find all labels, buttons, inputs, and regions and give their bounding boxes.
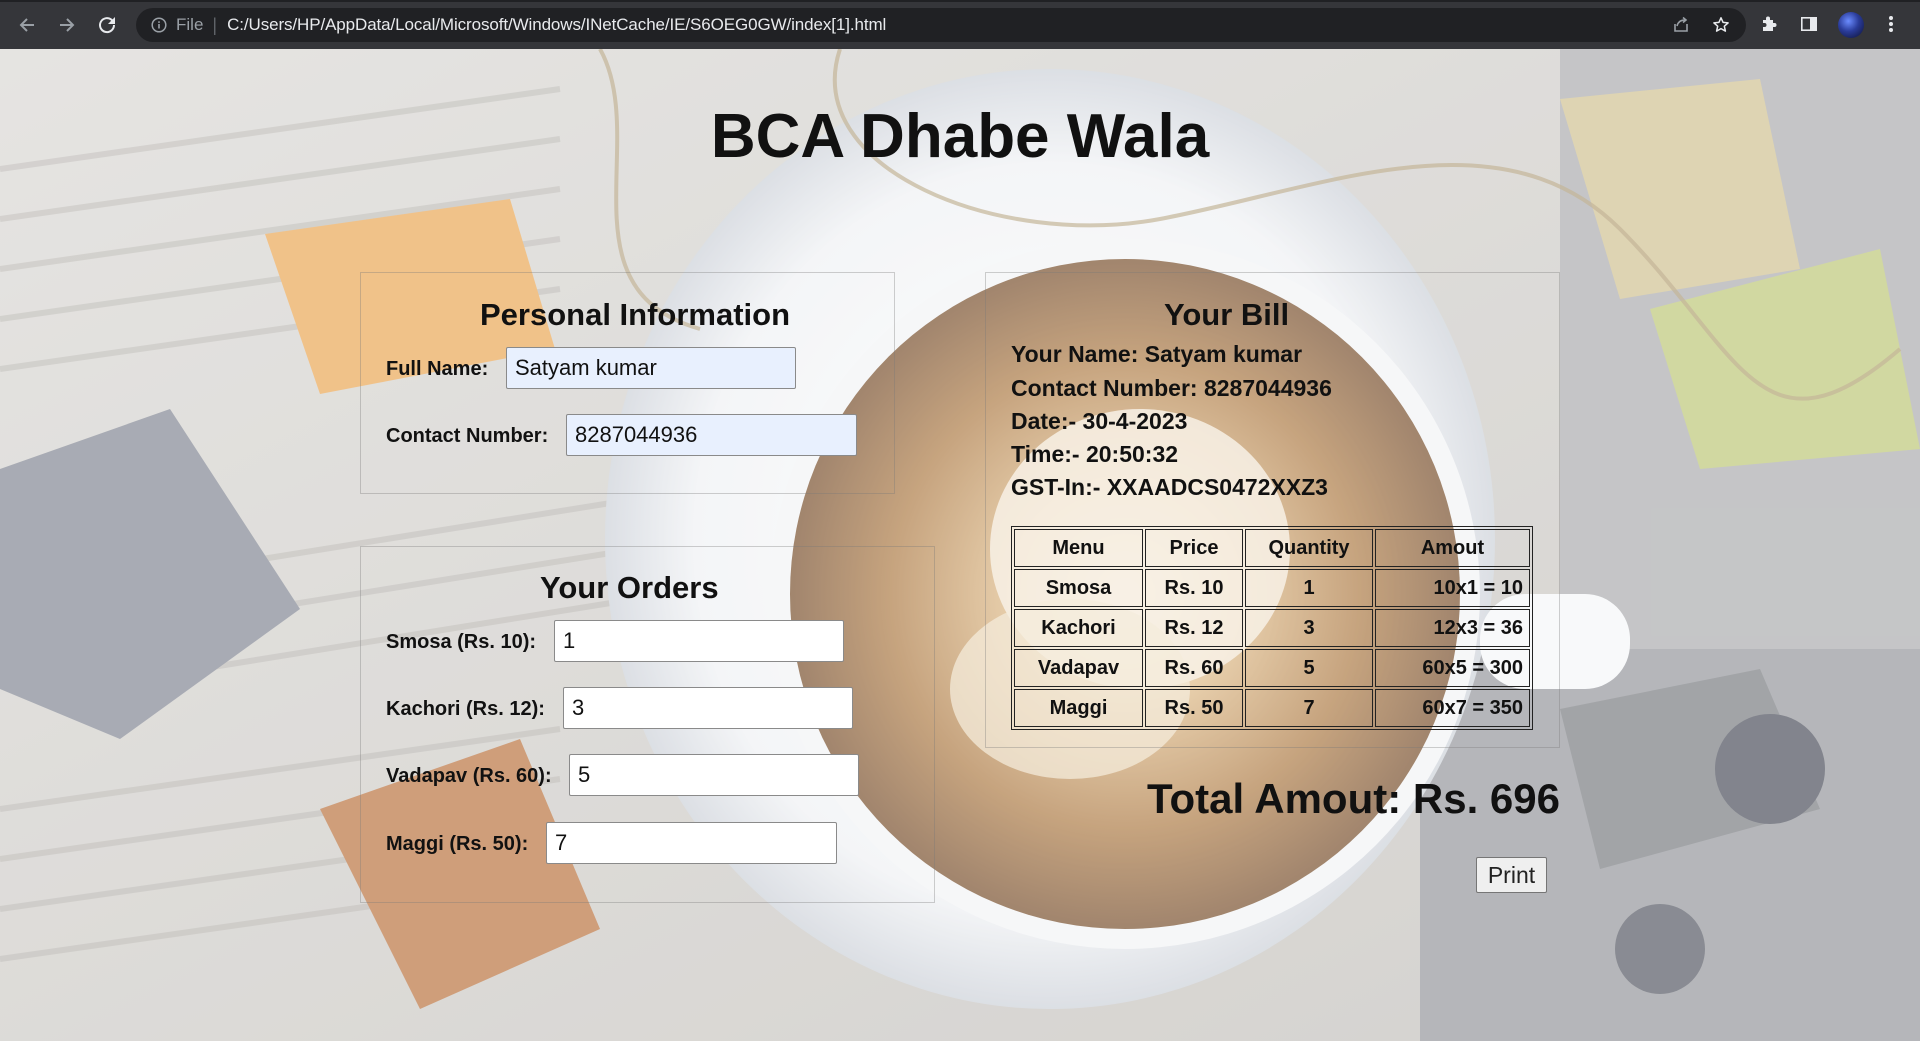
page-viewport: BCA Dhabe Wala Personal Information Full… [0, 49, 1920, 1041]
forward-arrow-icon[interactable] [51, 9, 83, 41]
reload-icon[interactable] [91, 9, 123, 41]
price-cell: Rs. 12 [1145, 609, 1243, 647]
price-cell: Rs. 60 [1145, 649, 1243, 687]
orders-heading: Your Orders [540, 570, 719, 605]
smosa-quantity-label: Smosa (Rs. 10): [386, 631, 537, 653]
maggi-quantity-input[interactable] [546, 822, 837, 864]
side-panel-icon[interactable] [1798, 13, 1820, 35]
print-button[interactable]: Print [1476, 857, 1547, 893]
table-row: Vadapav Rs. 60 5 60x5 = 300 [1014, 649, 1530, 687]
quantity-cell: 1 [1245, 569, 1373, 607]
contact-number-label: Contact Number: [386, 425, 549, 447]
quantity-cell: 7 [1245, 689, 1373, 727]
share-icon[interactable] [1670, 14, 1692, 36]
amount-cell: 10x1 = 10 [1375, 569, 1530, 607]
contact-number-input[interactable] [566, 414, 857, 456]
bookmark-star-icon[interactable] [1710, 14, 1732, 36]
kachori-quantity-input[interactable] [563, 687, 853, 729]
price-cell: Rs. 50 [1145, 689, 1243, 727]
profile-avatar[interactable] [1838, 12, 1864, 38]
quantity-cell: 3 [1245, 609, 1373, 647]
url-scheme-label: File [176, 15, 204, 34]
menu-cell: Kachori [1014, 609, 1143, 647]
column-header-menu: Menu [1014, 529, 1143, 567]
price-cell: Rs. 10 [1145, 569, 1243, 607]
bill-heading: Your Bill [1164, 297, 1290, 332]
page-title: BCA Dhabe Wala [710, 102, 1210, 171]
info-icon[interactable] [150, 16, 168, 34]
kachori-quantity-label: Kachori (Rs. 12): [386, 698, 545, 720]
bill-customer-name: Your Name: Satyam kumar [1011, 341, 1303, 367]
menu-cell: Maggi [1014, 689, 1143, 727]
vadapav-quantity-input[interactable] [569, 754, 859, 796]
bill-gst-number: GST-In:- XXAADCS0472XXZ3 [1011, 474, 1328, 500]
url-text[interactable]: C:/Users/HP/AppData/Local/Microsoft/Wind… [227, 15, 886, 35]
browser-toolbar: File | C:/Users/HP/AppData/Local/Microso… [0, 0, 1920, 49]
total-amount: Total Amout: Rs. 696 [1146, 775, 1560, 822]
url-separator: | [212, 14, 218, 35]
menu-cell: Smosa [1014, 569, 1143, 607]
table-row: Maggi Rs. 50 7 60x7 = 350 [1014, 689, 1530, 727]
vadapav-quantity-label: Vadapav (Rs. 60): [386, 765, 552, 787]
bill-time: Time:- 20:50:32 [1011, 441, 1179, 467]
column-header-quantity: Quantity [1245, 529, 1373, 567]
table-row: Smosa Rs. 10 1 10x1 = 10 [1014, 569, 1530, 607]
maggi-quantity-label: Maggi (Rs. 50): [386, 833, 529, 855]
column-header-price: Price [1145, 529, 1243, 567]
bill-table: Menu Price Quantity Amout Smosa Rs. 10 1… [1011, 526, 1533, 730]
address-bar[interactable]: File | C:/Users/HP/AppData/Local/Microso… [136, 8, 1746, 42]
amount-cell: 60x7 = 350 [1375, 689, 1530, 727]
kebab-menu-icon[interactable] [1880, 13, 1902, 35]
table-row: Kachori Rs. 12 3 12x3 = 36 [1014, 609, 1530, 647]
extensions-puzzle-icon[interactable] [1758, 13, 1780, 35]
bill-contact-number: Contact Number: 8287044936 [1011, 375, 1332, 401]
full-name-input[interactable] [506, 347, 796, 389]
background-overlay [0, 49, 1920, 1041]
amount-cell: 12x3 = 36 [1375, 609, 1530, 647]
amount-cell: 60x5 = 300 [1375, 649, 1530, 687]
menu-cell: Vadapav [1014, 649, 1143, 687]
bill-table-header-row: Menu Price Quantity Amout [1014, 529, 1530, 567]
quantity-cell: 5 [1245, 649, 1373, 687]
personal-info-heading: Personal Information [480, 297, 791, 332]
column-header-amount: Amout [1375, 529, 1530, 567]
full-name-label: Full Name: [386, 358, 489, 380]
bill-date: Date:- 30-4-2023 [1011, 408, 1188, 434]
back-arrow-icon[interactable] [11, 9, 43, 41]
smosa-quantity-input[interactable] [554, 620, 844, 662]
